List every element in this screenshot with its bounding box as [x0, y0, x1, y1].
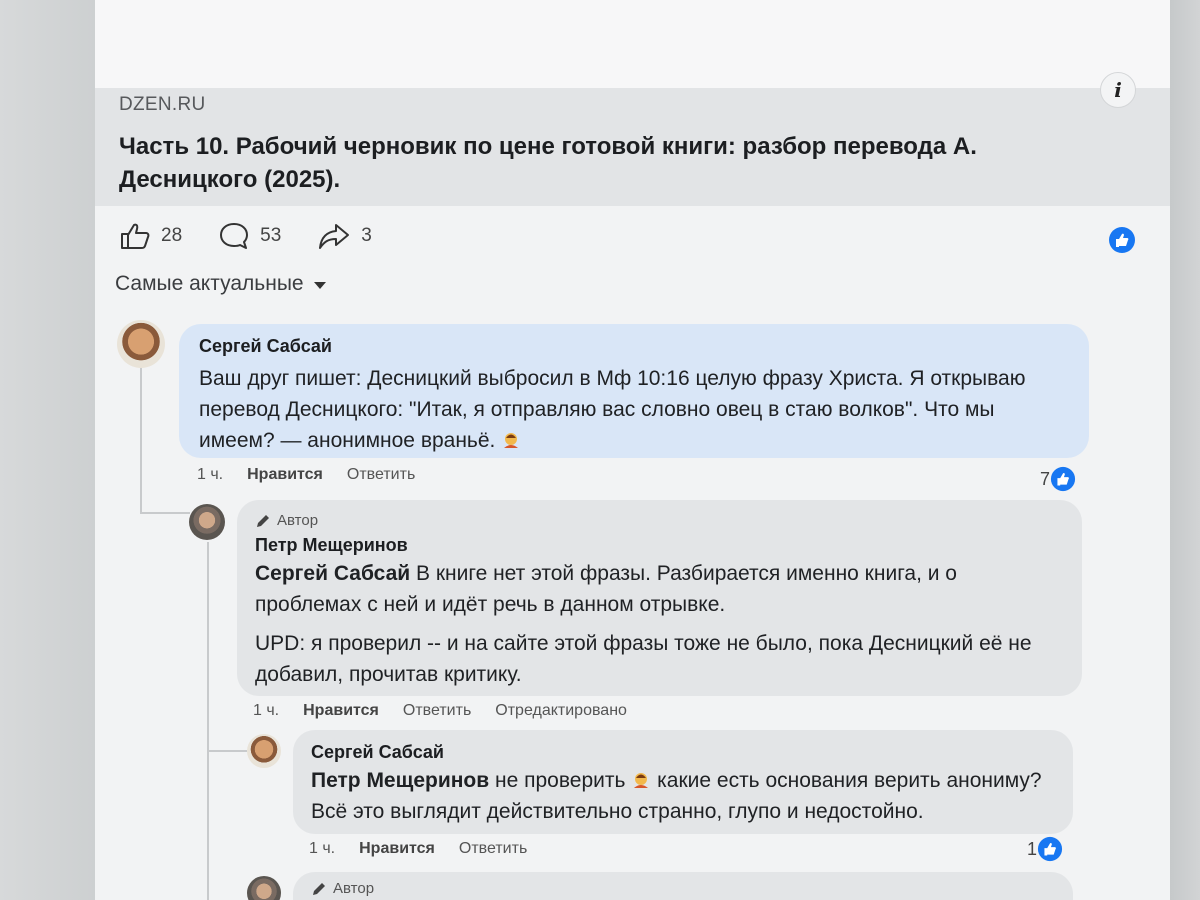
- comment-time[interactable]: 1 ч.: [197, 466, 223, 484]
- share-action[interactable]: 3: [317, 221, 372, 251]
- pencil-icon: [257, 514, 269, 527]
- avatar[interactable]: [189, 504, 225, 540]
- author-badge: Автор: [311, 880, 1055, 897]
- avatar[interactable]: [117, 320, 165, 368]
- monitor-bezel-right: [1170, 0, 1200, 900]
- mention-link[interactable]: Сергей Сабсай: [255, 562, 410, 585]
- comment-author[interactable]: Сергей Сабсай: [199, 336, 1071, 357]
- comment-time[interactable]: 1 ч.: [309, 840, 335, 858]
- chevron-down-icon: [313, 282, 326, 289]
- avatar[interactable]: [247, 876, 281, 900]
- like-icon: [121, 223, 150, 249]
- reply-button[interactable]: Ответить: [459, 840, 527, 858]
- link-preview-image-area: [95, 0, 1170, 88]
- comment-time[interactable]: 1 ч.: [253, 702, 279, 720]
- pencil-icon: [313, 882, 325, 895]
- post-card: i DZEN.RU Часть 10. Рабочий черновик по …: [95, 0, 1170, 900]
- comment-icon: [220, 223, 249, 249]
- comment-bubble: Автор: [293, 872, 1073, 900]
- link-domain: DZEN.RU: [119, 94, 206, 115]
- link-preview[interactable]: i DZEN.RU Часть 10. Рабочий черновик по …: [95, 72, 1170, 206]
- post-actions: 28 53 3: [95, 206, 1170, 266]
- share-icon: [319, 224, 350, 249]
- thumbs-up-badge-icon: [1037, 836, 1063, 862]
- comment-meta: 1 ч. Нравится Ответить: [309, 840, 527, 858]
- reply-button[interactable]: Ответить: [347, 466, 415, 484]
- comment-count: 53: [260, 225, 282, 246]
- info-icon[interactable]: i: [1100, 72, 1136, 108]
- like-button[interactable]: Нравится: [247, 466, 323, 484]
- woman-facepalm-emoji: [634, 773, 649, 788]
- author-badge: Автор: [255, 512, 1064, 529]
- comment-author[interactable]: Сергей Сабсай: [311, 742, 1055, 763]
- comment-bubble: Автор Петр Мещеринов Сергей Сабсай В кни…: [237, 500, 1082, 696]
- thread-line: [140, 364, 142, 514]
- comment-bubble: Сергей Сабсай Ваш друг пишет: Десницкий …: [179, 324, 1089, 458]
- comment-author[interactable]: Петр Мещеринов: [255, 535, 1064, 556]
- like-count: 28: [161, 225, 183, 246]
- comment-text: Петр Мещеринов не проверить какие есть о…: [311, 769, 1042, 823]
- reply-button[interactable]: Ответить: [403, 702, 471, 720]
- edited-label[interactable]: Отредактировано: [495, 702, 627, 720]
- comment-update-text: UPD: я проверил -- и на сайте этой фразы…: [255, 632, 1032, 686]
- thread-line: [140, 512, 190, 514]
- like-button[interactable]: Нравится: [303, 702, 379, 720]
- like-button[interactable]: Нравится: [359, 840, 435, 858]
- thread-line: [207, 542, 209, 900]
- thumbs-up-badge-icon: [1109, 227, 1135, 253]
- comment-meta: 1 ч. Нравится Ответить: [197, 466, 415, 484]
- thumbs-up-badge-icon: [1050, 466, 1076, 492]
- monitor-bezel-left: [0, 0, 95, 900]
- comment-text: Ваш друг пишет: Десницкий выбросил в Мф …: [199, 367, 1026, 452]
- comment-action[interactable]: 53: [218, 221, 281, 251]
- reaction-count[interactable]: 1: [1027, 836, 1063, 862]
- woman-facepalm-emoji: [504, 433, 519, 448]
- thread-line: [207, 750, 247, 752]
- comment-bubble: Сергей Сабсай Петр Мещеринов не проверит…: [293, 730, 1073, 834]
- share-count: 3: [361, 225, 372, 246]
- comment-sort-dropdown[interactable]: Самые актуальные: [95, 272, 1170, 296]
- reaction-count[interactable]: 7: [1040, 466, 1076, 492]
- sort-label: Самые актуальные: [115, 272, 304, 295]
- comment-meta: 1 ч. Нравится Ответить Отредактировано: [253, 702, 627, 720]
- comment-text: Сергей Сабсай В книге нет этой фразы. Ра…: [255, 562, 957, 616]
- avatar[interactable]: [247, 734, 281, 768]
- like-action[interactable]: 28: [119, 221, 182, 251]
- mention-link[interactable]: Петр Мещеринов: [311, 769, 489, 792]
- link-title[interactable]: Часть 10. Рабочий черновик по цене готов…: [119, 130, 1049, 196]
